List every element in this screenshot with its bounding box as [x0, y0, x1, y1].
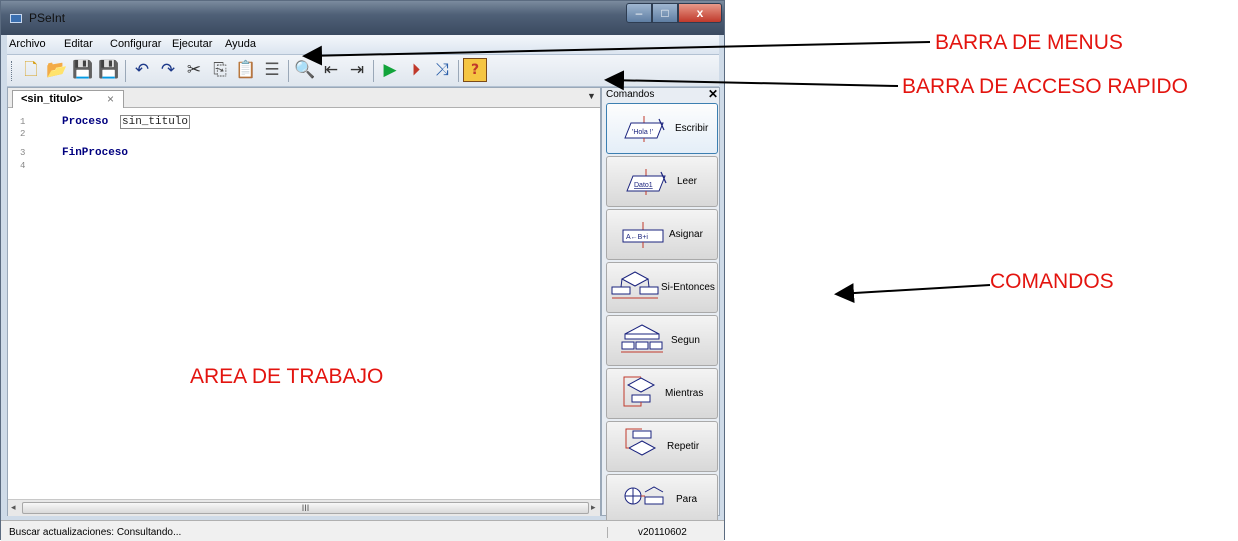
annotation-quick-access: BARRA DE ACCESO RAPIDO	[902, 75, 1188, 98]
annotation-work-area: AREA DE TRABAJO	[190, 365, 384, 388]
annotation-menus: BARRA DE MENUS	[935, 31, 1123, 54]
arrow-quick-access	[604, 70, 899, 91]
arrow-commands	[834, 283, 991, 304]
arrow-menus	[302, 41, 931, 66]
annotation-commands: COMANDOS	[990, 270, 1114, 293]
